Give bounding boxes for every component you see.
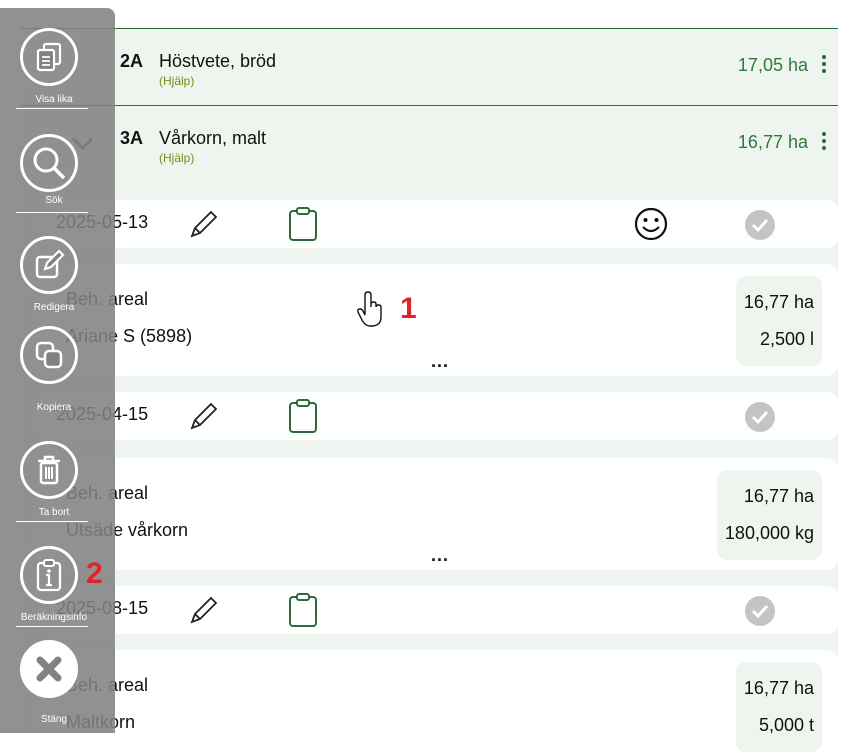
field-row-2a[interactable]: 2A Höstvete, bröd (Hjälp) 17,05 ha xyxy=(20,28,838,105)
checkmark-icon[interactable] xyxy=(743,594,777,628)
value-box: 16,77 ha 2,500 l xyxy=(735,276,822,366)
operation-header[interactable]: 2025-04-15 xyxy=(38,392,838,440)
trash-icon xyxy=(20,441,78,499)
clipboard-icon[interactable] xyxy=(286,398,320,434)
field-row-3a[interactable]: 3A Vårkorn, malt (Hjälp) 16,77 ha xyxy=(20,105,838,200)
crop-name: Vårkorn, malt xyxy=(159,128,267,148)
more-options-icon[interactable] xyxy=(818,130,830,152)
menu-label: Ta bort xyxy=(38,507,70,518)
edit-icon xyxy=(20,236,78,294)
field-area: 16,77 ha xyxy=(737,132,808,152)
menu-label: Stäng xyxy=(40,714,68,725)
value-box: 16,77 ha 5,000 t xyxy=(735,662,822,752)
menu-divider xyxy=(16,521,88,522)
pencil-icon[interactable] xyxy=(186,208,220,242)
crop-name: Höstvete, bröd xyxy=(159,51,277,71)
operation-header[interactable]: 2025-05-13 xyxy=(38,200,838,248)
detail-value: 5,000 t xyxy=(758,715,814,735)
value-box: 16,77 ha 180,000 kg xyxy=(716,470,822,560)
menu-divider xyxy=(16,212,88,213)
menu-label: Sök xyxy=(45,195,63,206)
pencil-icon[interactable] xyxy=(186,400,220,434)
close-icon xyxy=(20,640,78,698)
menu-label: Redigera xyxy=(33,302,75,313)
operation-details[interactable]: Beh. areal Ariane S (5898) 16,77 ha 2,50… xyxy=(38,264,838,376)
more-options-icon[interactable] xyxy=(818,53,830,75)
field-area: 17,05 ha xyxy=(737,55,808,75)
side-menu: Visa lika Sök Redigera Kopiera Ta bort B… xyxy=(0,8,115,733)
menu-divider xyxy=(16,626,88,627)
clipboard-icon[interactable] xyxy=(286,592,320,628)
detail-value: 16,77 ha xyxy=(743,486,814,506)
checkmark-icon[interactable] xyxy=(743,208,777,242)
detail-value: 2,500 l xyxy=(759,329,814,349)
detail-value: 180,000 kg xyxy=(724,523,814,543)
menu-label: Beräkningsinfo xyxy=(20,612,88,623)
clipboard-icon[interactable] xyxy=(286,206,320,242)
hand-cursor-icon xyxy=(357,291,382,327)
operation-header[interactable]: 2025-08-15 xyxy=(38,586,838,634)
duplicate-icon xyxy=(20,326,78,384)
smiley-icon[interactable] xyxy=(633,206,669,242)
menu-divider xyxy=(16,108,88,109)
menu-label: Visa lika xyxy=(35,94,73,105)
field-code: 2A xyxy=(120,51,144,71)
checkmark-icon[interactable] xyxy=(743,400,777,434)
search-icon xyxy=(20,134,78,192)
help-link[interactable]: (Hjälp) xyxy=(159,74,194,88)
pencil-icon[interactable] xyxy=(186,594,220,628)
annotation-marker-1: 1 xyxy=(400,292,417,325)
operation-details[interactable]: Beh. areal Utsäde vårkorn 16,77 ha 180,0… xyxy=(38,458,838,570)
more-ellipsis[interactable]: ... xyxy=(431,546,449,564)
menu-label: Kopiera xyxy=(36,402,72,413)
operation-details[interactable]: Beh. areal Maltkorn 16,77 ha 5,000 t xyxy=(38,650,838,752)
detail-value: 16,77 ha xyxy=(743,678,814,698)
copy-stack-icon xyxy=(20,28,78,86)
info-clipboard-icon xyxy=(20,546,78,604)
help-link[interactable]: (Hjälp) xyxy=(159,151,194,165)
field-code: 3A xyxy=(120,128,144,148)
annotation-marker-2: 2 xyxy=(86,557,103,590)
more-ellipsis[interactable]: ... xyxy=(431,352,449,370)
detail-value: 16,77 ha xyxy=(743,292,814,312)
